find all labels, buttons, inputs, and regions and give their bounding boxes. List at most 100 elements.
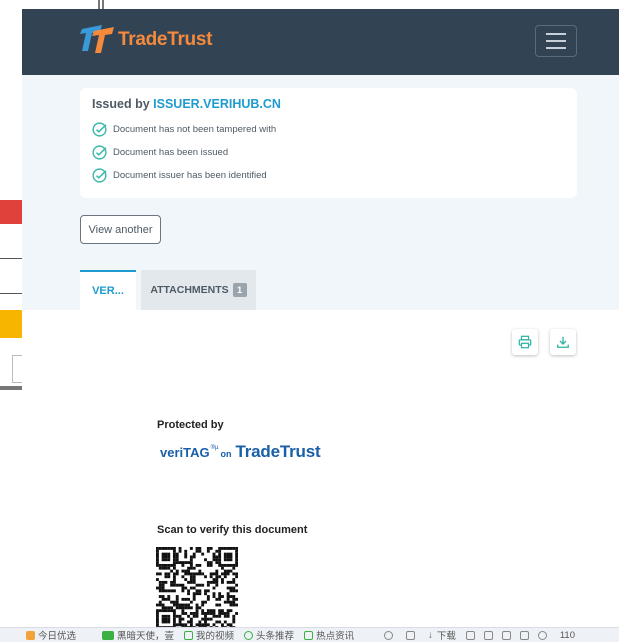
qr-module — [156, 552, 159, 556]
qr-module — [192, 586, 196, 590]
qr-module — [167, 597, 171, 601]
qr-module — [198, 592, 202, 596]
taskbar-item[interactable]: 黑暗天使，壹 — [102, 628, 174, 642]
qr-module — [195, 614, 199, 618]
qr-module — [235, 589, 238, 593]
qr-module — [167, 552, 171, 556]
qr-module — [161, 583, 165, 587]
qr-module — [221, 578, 224, 581]
qr-module — [167, 555, 171, 559]
taskbar-item[interactable] — [465, 630, 550, 640]
qr-module — [218, 595, 222, 598]
qr-module — [158, 583, 162, 587]
qr-module — [195, 583, 199, 587]
qr-module — [209, 612, 213, 615]
qr-module — [215, 575, 219, 579]
taskbar-item[interactable]: 我的视频 — [184, 628, 234, 642]
window-icon — [465, 630, 475, 640]
taskbar-item[interactable] — [384, 630, 396, 640]
qr-module — [184, 561, 188, 565]
qr-module — [223, 614, 227, 618]
qr-module — [215, 620, 219, 624]
qr-module — [158, 595, 162, 598]
view-another-button[interactable]: View another — [80, 215, 161, 244]
qr-module — [235, 558, 238, 562]
qr-module — [215, 549, 219, 553]
qr-module — [172, 566, 176, 570]
menu-button[interactable] — [535, 25, 577, 57]
qr-module — [167, 620, 171, 624]
qr-module — [158, 566, 162, 570]
taskbar-download[interactable]: ↓ 下载 — [428, 628, 456, 642]
qr-module — [178, 547, 182, 550]
qr-module — [221, 623, 224, 627]
qr-module — [209, 547, 213, 550]
qr-module — [192, 614, 196, 618]
qr-module — [218, 555, 222, 559]
qr-module — [158, 572, 162, 576]
qr-module — [184, 606, 188, 610]
qr-module — [156, 617, 159, 621]
qr-module — [201, 609, 205, 613]
taskbar-item[interactable]: 头条推荐 — [244, 628, 294, 642]
qr-module — [235, 547, 238, 550]
qr-module — [172, 612, 176, 615]
qr-module — [226, 547, 230, 550]
qr-module — [156, 609, 159, 613]
qr-module — [223, 563, 227, 567]
qr-module — [223, 600, 227, 604]
qr-module — [229, 558, 233, 562]
news-icon — [304, 630, 314, 640]
print-button[interactable] — [512, 329, 538, 355]
qr-module — [172, 563, 176, 567]
qr-module — [221, 572, 224, 576]
qr-module — [221, 595, 224, 598]
qr-module — [206, 580, 210, 584]
qr-module — [156, 558, 159, 562]
qr-module — [235, 612, 238, 615]
qr-module — [226, 614, 230, 618]
qr-module — [161, 620, 165, 624]
qr-module — [178, 623, 182, 627]
taskbar-item[interactable]: 今日优选 — [26, 628, 76, 642]
taskbar: 今日优选 黑暗天使，壹 我的视频 头条推荐 热点资讯 ↓ 下载 110 — [0, 627, 619, 642]
qr-module — [189, 575, 193, 579]
screen-icon — [501, 630, 511, 640]
download-button[interactable] — [550, 329, 576, 355]
veritag-on: on — [220, 449, 232, 459]
qr-module — [218, 552, 222, 556]
qr-module — [172, 580, 176, 584]
qr-module — [158, 563, 162, 567]
qr-module — [172, 558, 176, 562]
background-divider — [0, 293, 22, 294]
qr-module — [204, 620, 207, 624]
tab-verify[interactable]: VER... — [80, 270, 136, 310]
qr-module — [161, 606, 165, 610]
qr-module — [229, 569, 233, 573]
qr-module — [156, 572, 159, 576]
qr-module — [204, 614, 207, 618]
qr-module — [164, 614, 168, 618]
qr-module — [212, 552, 216, 556]
qr-module — [187, 614, 190, 618]
qr-module — [164, 617, 168, 621]
qr-module — [215, 578, 219, 581]
qr-module — [206, 563, 210, 567]
qr-module — [223, 612, 227, 615]
qr-module — [218, 620, 222, 624]
qr-module — [195, 563, 199, 567]
qr-module — [156, 547, 159, 550]
tab-attachments[interactable]: ATTACHMENTS 1 — [141, 270, 256, 310]
taskbar-item[interactable] — [406, 630, 418, 640]
zoom-level[interactable]: 110 — [560, 630, 575, 641]
qr-module — [172, 549, 176, 553]
qr-module — [156, 603, 159, 607]
qr-module — [221, 563, 224, 567]
qr-module — [187, 580, 190, 584]
tradetrust-logo[interactable]: TradeTrust — [80, 25, 212, 53]
qr-module — [181, 623, 185, 627]
qr-module — [161, 555, 165, 559]
qr-module — [215, 597, 219, 601]
taskbar-item[interactable]: 热点资讯 — [304, 628, 354, 642]
qr-module — [215, 572, 219, 576]
